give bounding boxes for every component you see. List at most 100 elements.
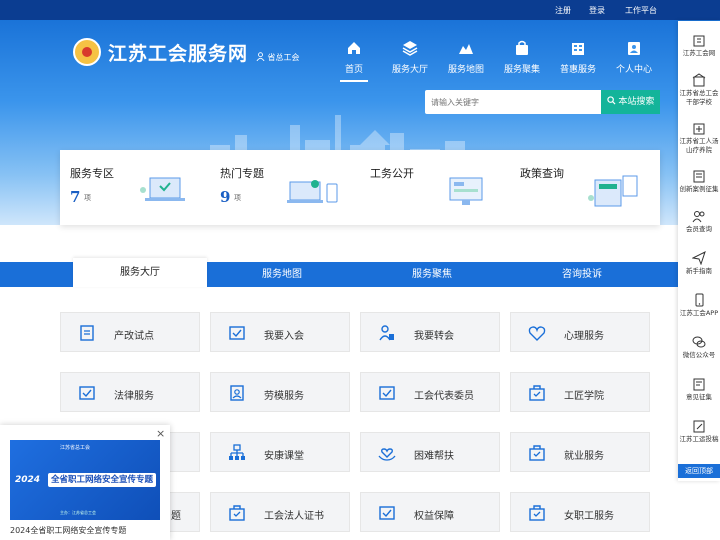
card-policy-query[interactable]: 政策查询 [510, 150, 660, 225]
briefcase-icon [529, 385, 545, 401]
card-count: 7 [70, 188, 81, 206]
register-link[interactable]: 注册 [555, 5, 571, 16]
search-button[interactable]: 本站搜索 [601, 90, 660, 114]
user-transfer-icon [379, 325, 394, 341]
login-link[interactable]: 登录 [589, 5, 605, 16]
sidebar-item-app[interactable]: 江苏工会APP [678, 293, 720, 318]
sidebar-item-wechat[interactable]: 微信公众号 [678, 335, 720, 360]
service-label: 心理服务 [564, 331, 604, 342]
service-label: 我要转会 [414, 331, 454, 342]
search-input[interactable] [425, 90, 601, 114]
service-label: 工会法人证书 [264, 511, 324, 522]
nav-service-hall[interactable]: 服务大厅 [382, 40, 438, 75]
sidebar-item-innovation-cases[interactable]: 创新案例征集 [678, 169, 720, 194]
laptop-phone-illustration-icon [287, 180, 338, 203]
tab-service-hall[interactable]: 服务大厅 [73, 258, 207, 287]
hospital-icon [693, 123, 705, 135]
service-label: 我要入会 [264, 331, 304, 342]
service-reform-pilot[interactable]: 产改试点 [60, 312, 200, 352]
card-service-zone[interactable]: 服务专区 7 项 [60, 150, 210, 225]
mobile-icon [695, 293, 704, 307]
service-label: 题 [171, 511, 181, 522]
close-icon[interactable]: × [156, 427, 165, 440]
checkbox-icon [229, 326, 245, 340]
nav-home[interactable]: 首页 [326, 40, 382, 82]
sidebar-item-jiangsu-union-net[interactable]: 江苏工会网 [678, 33, 720, 58]
card-affairs-public[interactable]: 工务公开 [360, 150, 510, 225]
sidebar-label: 江苏工运投稿 [679, 435, 719, 443]
service-legal[interactable]: 法律服务 [60, 372, 200, 412]
service-join-union[interactable]: 我要入会 [210, 312, 350, 352]
nav-label: 服务大厅 [391, 65, 428, 75]
sidebar-item-submission[interactable]: 江苏工运投稿 [678, 419, 720, 444]
document-icon [80, 325, 94, 341]
nav-label: 首页 [344, 65, 363, 75]
paper-plane-icon [692, 251, 706, 265]
layers-icon [402, 41, 418, 56]
id-badge-icon [230, 385, 244, 401]
site-title[interactable]: 江苏工会服务网 [108, 39, 248, 66]
service-rights-protection[interactable]: 权益保障 [360, 492, 500, 532]
popup-caption-link[interactable]: 2024全省职工网络安全宣传专题 [10, 525, 126, 536]
service-label: 困难帮扶 [414, 451, 454, 462]
service-label: 女职工服务 [564, 511, 614, 522]
school-icon [692, 73, 706, 87]
union-logo[interactable] [73, 38, 101, 66]
wechat-icon [692, 336, 706, 348]
heart-icon [528, 326, 546, 341]
service-employment[interactable]: 就业服务 [510, 432, 650, 472]
nav-benefit-service[interactable]: 普惠服务 [550, 40, 606, 75]
bag-icon [516, 40, 528, 55]
service-hardship-aid[interactable]: 困难帮扶 [360, 432, 500, 472]
service-health-class[interactable]: 安康课堂 [210, 432, 350, 472]
tab-service-map[interactable]: 服务地图 [207, 262, 357, 287]
service-psychology[interactable]: 心理服务 [510, 312, 650, 352]
top-bar: 注册 登录 工作平台 [0, 0, 720, 20]
promo-banner-image[interactable]: 江苏省总工会 2024 全省职工网络安全宣传专题 主办：江苏省总工会 [10, 440, 160, 520]
building-icon [572, 43, 584, 55]
card-hot-topics[interactable]: 热门专题 9 项 [210, 150, 360, 225]
service-union-representatives[interactable]: 工会代表委员 [360, 372, 500, 412]
sidebar-item-feedback[interactable]: 意见征集 [678, 377, 720, 402]
map-icon [459, 44, 473, 54]
sidebar-label: 江苏省总工会干部学校 [679, 89, 719, 106]
sidebar-label: 微信公众号 [682, 351, 716, 359]
nav-service-map[interactable]: 服务地图 [438, 40, 494, 75]
sidebar-item-cadre-school[interactable]: 江苏省总工会干部学校 [678, 73, 720, 107]
sidebar-item-sanatorium[interactable]: 江苏省工人汤山疗养院 [678, 121, 720, 155]
service-label: 工会代表委员 [414, 391, 474, 402]
service-craftsman-academy[interactable]: 工匠学院 [510, 372, 650, 412]
sidebar-item-member-query[interactable]: 会员查询 [678, 209, 720, 234]
nav-personal-center[interactable]: 个人中心 [606, 40, 662, 75]
service-legal-entity-certificate[interactable]: 工会法人证书 [210, 492, 350, 532]
calculator-illustration-icon [588, 175, 638, 207]
users-icon [692, 211, 705, 223]
sidebar-label: 意见征集 [686, 393, 712, 401]
nav-label: 普惠服务 [559, 65, 596, 75]
service-label: 权益保障 [414, 511, 454, 522]
person-card-icon [628, 42, 640, 55]
tab-service-focus[interactable]: 服务聚焦 [357, 262, 507, 287]
sidebar-label: 江苏工会APP [679, 309, 719, 317]
search-button-label: 本站搜索 [618, 97, 655, 107]
service-tabs: 服务大厅 服务地图 服务聚焦 咨询投诉 [0, 258, 678, 287]
edit-icon [693, 420, 705, 433]
monitor-illustration-icon [449, 177, 483, 205]
service-model-worker[interactable]: 劳模服务 [210, 372, 350, 412]
region-label: 省总工会 [267, 53, 300, 62]
tab-consult-complaint[interactable]: 咨询投诉 [507, 262, 657, 287]
region-selector[interactable]: 省总工会 [256, 52, 300, 63]
nav-service-gather[interactable]: 服务聚集 [494, 40, 550, 75]
workbench-link[interactable]: 工作平台 [625, 5, 657, 16]
card-title: 服务专区 [70, 167, 114, 180]
card-unit: 项 [84, 194, 91, 202]
service-transfer-union[interactable]: 我要转会 [360, 312, 500, 352]
sidebar-label: 会员查询 [686, 225, 712, 233]
briefcase-check-icon [529, 445, 545, 461]
service-female-workers[interactable]: 女职工服务 [510, 492, 650, 532]
back-to-top-button[interactable]: 返回顶部 [678, 464, 720, 478]
building-icon [693, 35, 705, 47]
shield-check-icon [379, 506, 395, 520]
banner-footer: 主办：江苏省总工会 [60, 510, 96, 515]
sidebar-item-beginner-guide[interactable]: 新手指南 [678, 251, 720, 276]
